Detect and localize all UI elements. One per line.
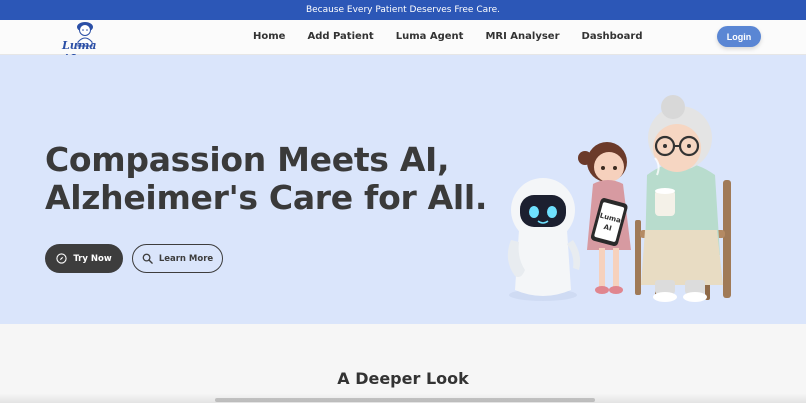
announcement-bar: Because Every Patient Deserves Free Care… <box>0 0 806 20</box>
nav-mri-analyser[interactable]: MRI Analyser <box>485 31 559 42</box>
deeper-look-section: A Deeper Look <box>0 324 806 403</box>
learn-more-label: Learn More <box>158 253 214 264</box>
search-icon <box>142 253 153 264</box>
try-now-label: Try Now <box>73 253 112 264</box>
hero-title-line2: Alzheimer's Care for All. <box>45 178 488 217</box>
announcement-text: Because Every Patient Deserves Free Care… <box>305 5 501 15</box>
hero-title: Compassion Meets AI, Alzheimer's Care fo… <box>45 141 487 217</box>
hero-section: Compassion Meets AI, Alzheimer's Care fo… <box>0 55 806 324</box>
compass-icon <box>56 253 67 264</box>
robot-illustration <box>507 178 581 301</box>
section-title: A Deeper Look <box>337 369 469 388</box>
learn-more-button[interactable]: Learn More <box>132 244 223 273</box>
try-now-button[interactable]: Try Now <box>45 244 123 273</box>
nav-dashboard[interactable]: Dashboard <box>582 31 643 42</box>
grandmother-illustration <box>641 95 723 302</box>
hero-illustration: Luma AI <box>507 95 731 302</box>
nav-home[interactable]: Home <box>253 31 285 42</box>
hero-title-line1: Compassion Meets AI, <box>45 140 450 179</box>
nav-add-patient[interactable]: Add Patient <box>307 31 373 42</box>
brand-logo[interactable]: Luma AI <box>60 20 108 65</box>
login-button[interactable]: Login <box>717 26 761 47</box>
nav-luma-agent[interactable]: Luma Agent <box>396 31 464 42</box>
bottom-shadow <box>0 393 806 403</box>
navbar: Luma AI Home Add Patient Luma Agent MRI … <box>0 20 806 65</box>
nav-links: Home Add Patient Luma Agent MRI Analyser… <box>253 31 665 42</box>
